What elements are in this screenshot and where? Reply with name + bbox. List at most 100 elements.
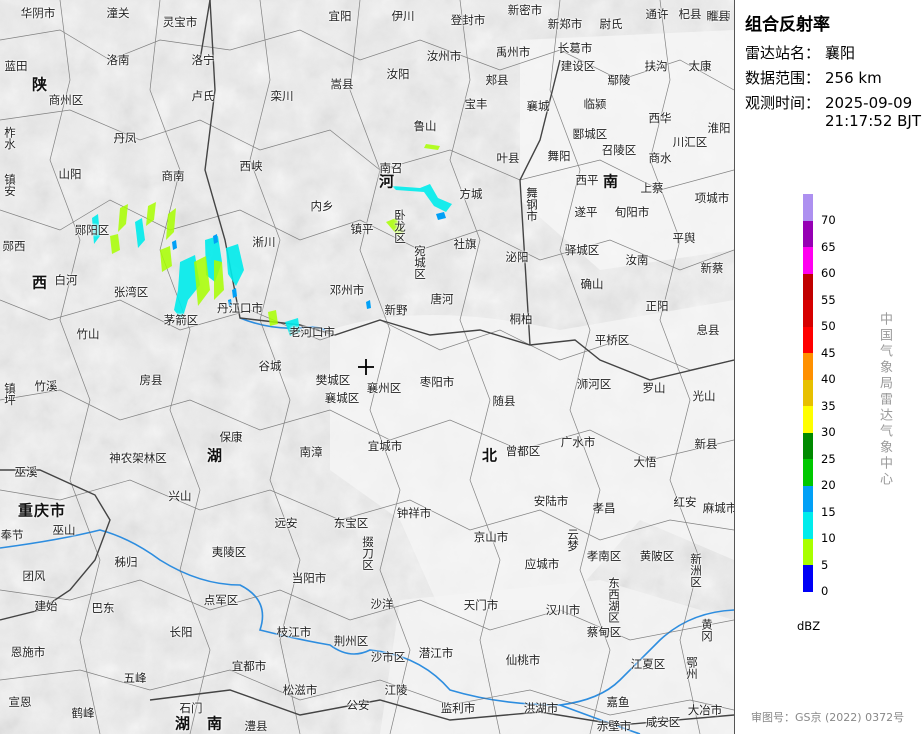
place-label: 郧西 <box>2 239 26 253</box>
place-label: 商水 <box>648 151 672 165</box>
place-label: 汝阳 <box>386 67 410 81</box>
place-label: 秭归 <box>114 555 138 569</box>
place-label: 大冶市 <box>687 703 723 717</box>
place-label: 夷陵区 <box>211 545 247 559</box>
place-label: 新县 <box>694 437 718 451</box>
place-label: 襄城区 <box>324 391 360 405</box>
place-label: 竹山 <box>76 327 100 341</box>
place-label: 浉河区 <box>576 377 612 391</box>
agency-label: 中国气象局雷达气象中心 <box>877 312 892 488</box>
product-title: 组合反射率 <box>745 15 830 35</box>
place-label: 钟祥市 <box>396 506 432 520</box>
place-label: 麻城市 <box>702 501 734 515</box>
legend-tick-label: 5 <box>821 557 829 572</box>
place-label: 柞水 <box>3 126 17 150</box>
station-label: 雷达站名： <box>745 44 821 62</box>
station-value: 襄阳 <box>825 44 856 62</box>
place-label: 巫山 <box>52 523 76 537</box>
place-label: 孝南区 <box>586 549 622 563</box>
place-label: 潼关 <box>106 6 130 20</box>
place-label: 卧龙区 <box>393 208 407 244</box>
legend-swatch <box>803 300 813 327</box>
place-label: 枝江市 <box>276 625 312 639</box>
legend-tick-label: 50 <box>821 319 836 333</box>
place-label: 西峡 <box>239 159 263 173</box>
time-date: 2025-09-09 <box>825 94 913 112</box>
place-label: 云梦 <box>566 528 580 552</box>
place-label: 汉川市 <box>545 603 581 617</box>
place-label: 沙洋 <box>370 597 394 611</box>
region-label-shaanxi-2: 西 <box>31 273 49 292</box>
place-label: 枣阳市 <box>419 375 455 389</box>
place-label: 当阳市 <box>291 571 327 585</box>
place-label: 舞阳 <box>547 149 571 163</box>
place-label: 郾城区 <box>572 127 608 141</box>
legend-swatch <box>803 220 813 247</box>
place-label: 江夏区 <box>630 657 666 671</box>
range-value: 256 km <box>825 69 882 87</box>
place-label: 房县 <box>139 373 163 387</box>
place-label: 澧县 <box>244 719 268 733</box>
place-label: 新洲区 <box>689 552 703 588</box>
place-label: 南召 <box>379 161 403 175</box>
place-label: 洛南 <box>106 53 130 67</box>
place-label: 召陵区 <box>601 143 637 157</box>
info-panel: 组合反射率 雷达站名： 襄阳 数据范围： 256 km 观测时间： 2025-09-0… <box>734 0 924 734</box>
place-label: 监利市 <box>440 701 476 715</box>
legend-tick-label: 45 <box>821 345 836 360</box>
place-label: 宜阳 <box>328 9 352 23</box>
place-label: 淅川 <box>252 235 276 249</box>
legend-swatch <box>803 247 813 274</box>
legend-swatch <box>803 512 813 539</box>
place-label: 通许 <box>645 7 669 21</box>
place-label: 泌阳 <box>505 250 529 264</box>
place-label: 荆州区 <box>333 634 369 648</box>
place-label: 舞钢市 <box>525 186 539 222</box>
place-label: 上蔡 <box>640 181 664 195</box>
region-label-chongqing: 重庆市 <box>17 501 67 520</box>
place-label: 正阳 <box>645 299 669 313</box>
place-label: 汝南 <box>625 253 649 267</box>
legend-swatch <box>803 485 813 512</box>
place-label: 宝丰 <box>464 97 488 111</box>
legend-swatch <box>803 326 813 353</box>
place-label: 镇坪 <box>3 382 17 406</box>
place-label: 松滋市 <box>282 683 318 697</box>
place-label: 桐柏 <box>509 312 533 326</box>
legend-tick-label: 15 <box>821 504 836 519</box>
place-label: 咸安区 <box>645 715 681 729</box>
place-label: 商南 <box>161 169 185 183</box>
place-label: 五峰 <box>123 671 147 685</box>
region-label-henan-2: 南 <box>602 172 620 191</box>
place-label: 茅箭区 <box>163 313 199 327</box>
place-label: 光山 <box>692 389 716 403</box>
range-label: 数据范围： <box>745 69 821 87</box>
place-label: 杞县 <box>678 7 702 21</box>
region-label-hubei-1: 湖 <box>206 446 224 465</box>
place-label: 旬阳市 <box>614 205 650 219</box>
place-label: 宣恩 <box>8 695 32 709</box>
place-label: 点军区 <box>203 593 239 607</box>
place-label: 宜城市 <box>367 439 403 453</box>
place-label: 西华 <box>648 111 672 125</box>
place-label: 老河口市 <box>289 325 335 339</box>
place-label: 远安 <box>274 516 298 530</box>
place-label: 山阳 <box>58 167 82 181</box>
place-label: 随县 <box>492 394 516 408</box>
radar-station-crosshair-icon <box>358 359 374 375</box>
place-label: 赤壁市 <box>596 719 632 733</box>
place-label: 镇安 <box>3 173 17 197</box>
place-label: 郧阳区 <box>74 223 110 237</box>
place-label: 睢县 <box>706 9 730 23</box>
radar-map[interactable]: 陕 西 重庆市 湖 北 湖 南 河 南 华阴市 潼关 灵宝市 偃师 宜阳 伊川 登封市 新密市… <box>0 0 734 734</box>
place-label: 新郑市 <box>547 17 583 31</box>
place-label: 红安 <box>673 495 697 509</box>
place-label: 巫溪 <box>14 465 38 479</box>
place-label: 奉节 <box>0 528 24 542</box>
place-label: 太康 <box>688 59 712 73</box>
place-label: 天门市 <box>463 598 499 612</box>
place-label: 伊川 <box>391 9 415 23</box>
place-label: 平舆 <box>672 231 696 245</box>
place-label: 洛宁 <box>191 53 215 67</box>
place-label: 江陵 <box>384 683 408 697</box>
